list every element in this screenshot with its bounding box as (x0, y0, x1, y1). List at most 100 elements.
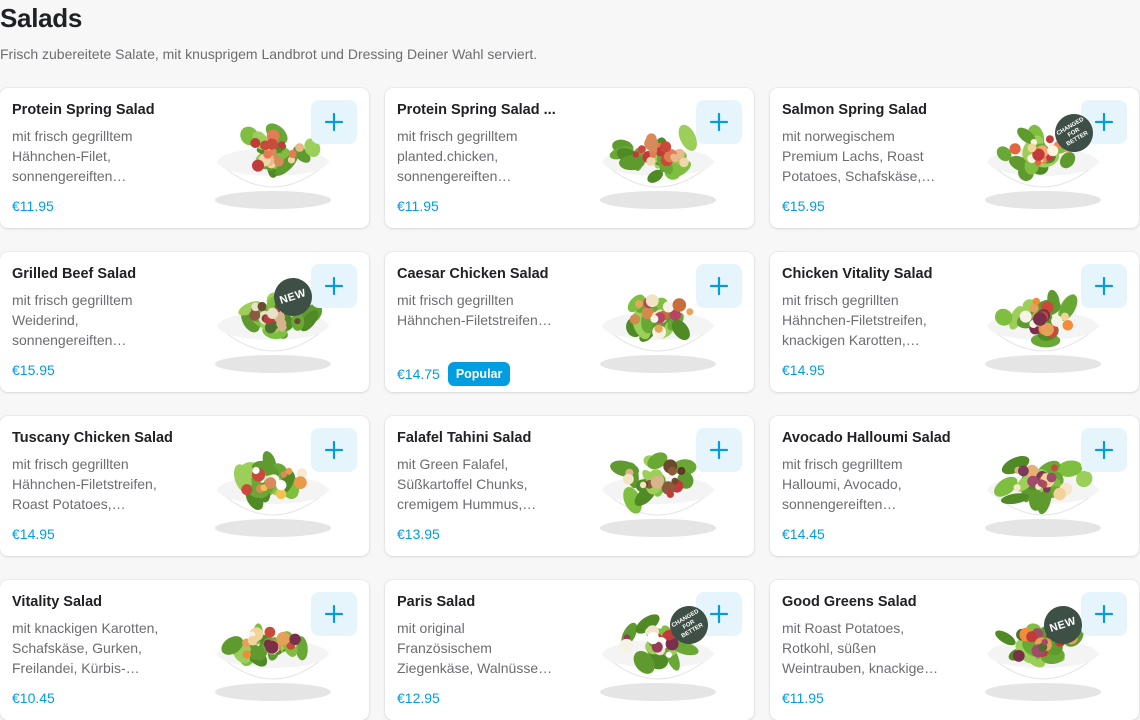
plus-icon (324, 440, 344, 460)
item-description-line: cremigem Hummus,… (397, 496, 537, 512)
item-price: €14.95 (782, 362, 825, 378)
item-description-line: planted.chicken, (397, 148, 499, 164)
item-description-line: mit frisch gegrilltem (782, 456, 903, 472)
add-to-cart-button[interactable] (311, 264, 357, 308)
item-description: mit Roast Potatoes, Rotkohl, süßen Weintra… (782, 618, 962, 678)
add-to-cart-button[interactable] (311, 428, 357, 472)
plus-icon (1094, 112, 1114, 132)
item-description-line: Schafskäse, Gurken, (12, 640, 142, 656)
plus-icon (709, 112, 729, 132)
item-description: mit Green Falafel, Süßkartoffel Chunks, cr… (397, 454, 577, 514)
menu-item-card[interactable]: Protein Spring Salad mit frisch gegrillt… (0, 88, 369, 228)
item-description-line: Süßkartoffel Chunks, (397, 476, 528, 492)
item-name: Vitality Salad (12, 594, 102, 610)
item-name: Protein Spring Salad ... (397, 102, 556, 118)
item-description: mit frisch gegrilltem Weiderind, sonnenger… (12, 290, 192, 350)
add-to-cart-button[interactable] (1081, 592, 1127, 636)
item-description: mit frisch gegrilltem Hähnchen-Filet, sonn… (12, 126, 192, 186)
add-to-cart-button[interactable] (1081, 428, 1127, 472)
plus-icon (1094, 276, 1114, 296)
item-description: mit knackigen Karotten, Schafskäse, Gurke… (12, 618, 192, 678)
price-row: €13.95 (397, 526, 440, 542)
price-row: €14.45 (782, 526, 825, 542)
item-description: mit frisch gegrilltem planted.chicken, son… (397, 126, 577, 186)
plus-icon (709, 604, 729, 624)
page-subtitle: Frisch zubereitete Salate, mit knusprige… (0, 46, 538, 62)
item-description: mit frisch gegrillten Hähnchen-Filetstrei… (782, 290, 962, 350)
item-price: €14.45 (782, 526, 825, 542)
item-description-line: sonnengereiften… (782, 496, 897, 512)
item-price: €11.95 (397, 198, 439, 214)
menu-item-card[interactable]: Protein Spring Salad ... mit frisch gegr… (385, 88, 754, 228)
item-description-line: mit knackigen Karotten, (12, 620, 159, 636)
popular-badge: Popular (447, 362, 511, 386)
item-name: Salmon Spring Salad (782, 102, 928, 118)
price-row: €14.75 Popular (397, 362, 511, 386)
menu-item-card[interactable]: Tuscany Chicken Salad mit frisch gegrill… (0, 416, 369, 556)
plus-icon (324, 112, 344, 132)
add-to-cart-button[interactable] (696, 428, 742, 472)
item-description-line: Freilandei, Kürbis-… (12, 660, 140, 676)
item-price: €15.95 (12, 362, 55, 378)
item-description-line: mit Roast Potatoes, (782, 620, 905, 636)
item-price: €10.45 (12, 690, 55, 706)
plus-icon (324, 604, 344, 624)
item-description-line: sonnengereiften… (12, 168, 127, 184)
menu-item-card[interactable]: Vitality Salad mit knackigen Karotten, Sc… (0, 580, 369, 720)
item-name: Caesar Chicken Salad (397, 266, 549, 282)
item-description-line: Weiderind, (12, 312, 79, 328)
item-price: €11.95 (12, 198, 54, 214)
menu-item-card[interactable]: Avocado Halloumi Salad mit frisch gegril… (770, 416, 1139, 556)
add-to-cart-button[interactable] (311, 100, 357, 144)
item-description: mit original Französischem Ziegenkäse, Wal… (397, 618, 577, 678)
menu-item-card[interactable]: Caesar Chicken Salad mit frisch gegrillt… (385, 252, 754, 392)
menu-item-card[interactable]: Grilled Beef Salad mit frisch gegrilltem… (0, 252, 369, 392)
item-name: Falafel Tahini Salad (397, 430, 532, 446)
item-description: mit frisch gegrillten Hähnchen-Filetstrei… (12, 454, 192, 514)
menu-item-card[interactable]: Salmon Spring Salad mit norwegischem Prem… (770, 88, 1139, 228)
item-description-line: Hähnchen-Filet, (12, 148, 111, 164)
item-description-line: sonnengereiften… (397, 168, 512, 184)
plus-icon (324, 276, 344, 296)
item-description: mit norwegischem Premium Lachs, Roast Pota… (782, 126, 962, 186)
add-to-cart-button[interactable] (696, 264, 742, 308)
item-name: Tuscany Chicken Salad (12, 430, 173, 446)
item-name: Good Greens Salad (782, 594, 917, 610)
item-description-line: mit Green Falafel, (397, 456, 509, 472)
item-description-line: sonnengereiften… (12, 332, 127, 348)
price-row: €14.95 (12, 526, 55, 542)
plus-icon (1094, 440, 1114, 460)
item-name: Chicken Vitality Salad (782, 266, 933, 282)
item-price: €15.95 (782, 198, 825, 214)
plus-icon (709, 276, 729, 296)
menu-item-card[interactable]: Falafel Tahini Salad mit Green Falafel, S… (385, 416, 754, 556)
add-to-cart-button[interactable] (1081, 264, 1127, 308)
price-row: €14.95 (782, 362, 825, 378)
item-description-line: mit frisch gegrillten (782, 292, 899, 308)
plus-icon (709, 440, 729, 460)
menu-item-card[interactable]: Paris Salad mit original Französischem Zie… (385, 580, 754, 720)
item-description-line: knackigen Karotten,… (782, 332, 920, 348)
item-description-line: Hähnchen-Filetstreifen, (782, 312, 927, 328)
item-description-line: mit frisch gegrillten (397, 292, 514, 308)
item-description-line: Roast Potatoes,… (12, 496, 126, 512)
menu-item-card[interactable]: Good Greens Salad mit Roast Potatoes, Rot… (770, 580, 1139, 720)
add-to-cart-button[interactable] (696, 100, 742, 144)
item-description-line: mit frisch gegrilltem (12, 292, 133, 308)
item-price: €14.75 (397, 366, 440, 382)
item-description-line: Weintrauben, knackige… (782, 660, 939, 676)
page-title: Salads (0, 3, 83, 33)
price-row: €11.95 (782, 690, 824, 706)
item-price: €12.95 (397, 690, 440, 706)
item-description-line: mit frisch gegrilltem (12, 128, 133, 144)
item-price: €11.95 (782, 690, 824, 706)
add-to-cart-button[interactable] (311, 592, 357, 636)
item-description-line: mit frisch gegrillten (12, 456, 129, 472)
item-name: Protein Spring Salad (12, 102, 155, 118)
price-row: €15.95 (12, 362, 55, 378)
item-description-line: Ziegenkäse, Walnüsse… (397, 660, 553, 676)
item-description-line: Französischem (397, 640, 492, 656)
menu-item-card[interactable]: Chicken Vitality Salad mit frisch gegril… (770, 252, 1139, 392)
price-row: €11.95 (397, 198, 439, 214)
item-description-line: Potatoes, Schafskäse,… (782, 168, 936, 184)
